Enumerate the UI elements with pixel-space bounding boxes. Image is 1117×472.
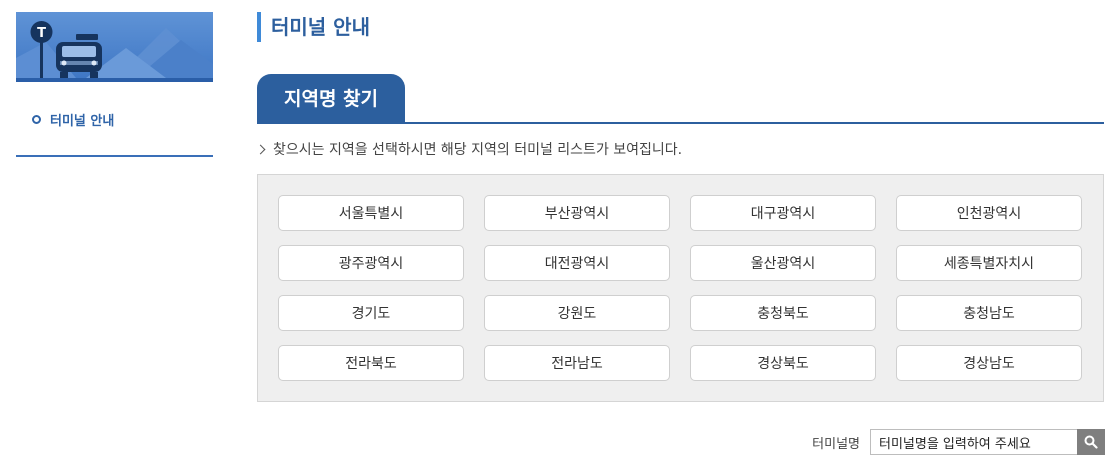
region-button-gangwon[interactable]: 강원도 (484, 295, 670, 331)
region-button-daejeon[interactable]: 대전광역시 (484, 245, 670, 281)
region-button-chungnam[interactable]: 충청남도 (896, 295, 1082, 331)
chevron-right-icon (255, 144, 266, 154)
instruction-label: 찾으시는 지역을 선택하시면 해당 지역의 터미널 리스트가 보여집니다. (273, 142, 683, 158)
bus-terminal-illustration: T (16, 21, 213, 78)
region-button-jeonnam[interactable]: 전라남도 (484, 345, 670, 381)
search-button[interactable] (1077, 429, 1105, 455)
tab-bar: 지역명 찾기 (257, 72, 1104, 124)
region-button-sejong[interactable]: 세종특별자치시 (896, 245, 1082, 281)
page-title: 터미널 안내 (257, 12, 1104, 42)
region-button-incheon[interactable]: 인천광역시 (896, 195, 1082, 231)
region-button-seoul[interactable]: 서울특별시 (278, 195, 464, 231)
region-panel: 서울특별시 부산광역시 대구광역시 인천광역시 광주광역시 대전광역시 울산광역… (257, 174, 1104, 402)
terminal-banner: T (16, 12, 213, 82)
region-button-gyeongbuk[interactable]: 경상북도 (690, 345, 876, 381)
region-button-gwangju[interactable]: 광주광역시 (278, 245, 464, 281)
side-menu-item-terminal-info[interactable]: 터미널 안내 (16, 110, 213, 129)
region-button-busan[interactable]: 부산광역시 (484, 195, 670, 231)
region-button-daegu[interactable]: 대구광역시 (690, 195, 876, 231)
side-menu-item-label: 터미널 안내 (50, 114, 115, 129)
search-label: 터미널명 (812, 436, 860, 452)
region-button-gyeonggi[interactable]: 경기도 (278, 295, 464, 331)
terminal-search-input[interactable] (870, 429, 1077, 455)
region-button-jeonbuk[interactable]: 전라북도 (278, 345, 464, 381)
instruction-text: 찾으시는 지역을 선택하시면 해당 지역의 터미널 리스트가 보여집니다. (255, 138, 1104, 160)
main-content: 터미널 안내 지역명 찾기 찾으시는 지역을 선택하시면 해당 지역의 터미널 … (255, 12, 1104, 402)
tab-region-search[interactable]: 지역명 찾기 (257, 74, 405, 124)
bullet-circle-icon (32, 115, 41, 124)
search-icon (1084, 435, 1098, 449)
side-menu: 터미널 안내 (16, 110, 213, 157)
sidebar: T 터미널 안내 (16, 12, 213, 157)
terminal-search-bar: 터미널명 (812, 429, 1105, 455)
svg-text:T: T (37, 26, 46, 41)
region-button-ulsan[interactable]: 울산광역시 (690, 245, 876, 281)
region-grid: 서울특별시 부산광역시 대구광역시 인천광역시 광주광역시 대전광역시 울산광역… (278, 195, 1082, 381)
region-button-gyeongnam[interactable]: 경상남도 (896, 345, 1082, 381)
region-button-chungbuk[interactable]: 충청북도 (690, 295, 876, 331)
